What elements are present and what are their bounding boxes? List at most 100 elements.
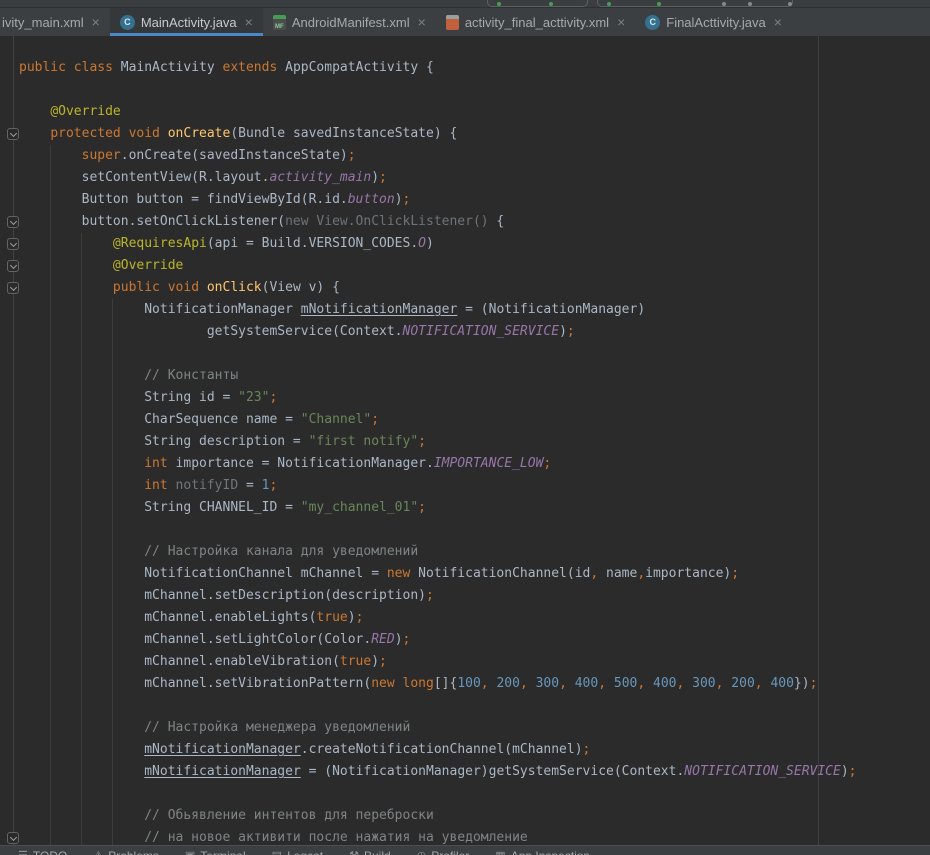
code-line[interactable]: mNotificationManager.createNotificationC… [19, 739, 857, 761]
toolbar-device-widget[interactable] [597, 0, 793, 7]
code-line[interactable]: public class MainActivity extends AppCom… [19, 57, 857, 79]
code-line[interactable]: // Настройка канала для уведомлений [19, 541, 857, 563]
code-line[interactable]: mChannel.setDescription(description); [19, 585, 857, 607]
tab-activity-final-acttivity-xml[interactable]: activity_final_acttivity.xml× [436, 8, 635, 36]
code-token: RED [371, 632, 394, 647]
code-token: int [144, 456, 175, 471]
code-line[interactable]: mChannel.enableVibration(true); [19, 651, 857, 673]
tab-mainactivity-java[interactable]: CMainActivity.java× [110, 8, 263, 36]
tool-window-button-todo[interactable]: ☰TODO [18, 849, 67, 855]
code-token [19, 104, 50, 119]
code-token: ) [395, 192, 403, 207]
code-line[interactable]: @Override [19, 101, 857, 123]
tool-window-button-logcat[interactable]: ▤Logcat [272, 849, 323, 855]
code-token [19, 258, 113, 273]
code-editor[interactable]: public class MainActivity extends AppCom… [0, 36, 930, 845]
tool-window-bar: ☰TODO ⚠Problems ▣Terminal ▤Logcat ⚒Build ◷Pro… [0, 845, 930, 855]
tool-window-button-problems[interactable]: ⚠Problems [93, 849, 159, 855]
toolbar-run-widget[interactable] [487, 0, 588, 7]
code-line[interactable]: int notifyID = 1; [19, 475, 857, 497]
code-line[interactable]: button.setOnClickListener(new View.OnCli… [19, 211, 857, 233]
fold-region-icon[interactable] [7, 128, 19, 140]
code-token: "Channel" [301, 412, 371, 427]
tool-window-button-profiler[interactable]: ◷Profiler [417, 849, 470, 855]
run-dot-icon [549, 2, 553, 6]
code-token: , [637, 566, 645, 581]
code-token: 100 [457, 676, 480, 691]
tool-window-button-terminal[interactable]: ▣Terminal [185, 849, 246, 855]
java-class-icon: C [645, 15, 660, 30]
code-line[interactable]: int importance = NotificationManager.IMP… [19, 453, 857, 475]
code-line[interactable]: mChannel.setLightColor(Color.RED); [19, 629, 857, 651]
code-line[interactable]: // на новое активити после нажатия на ув… [19, 827, 857, 845]
code-line[interactable]: // Константы [19, 365, 857, 387]
code-line[interactable]: mNotificationManager = (NotificationMana… [19, 761, 857, 783]
code-token: 400 [770, 676, 793, 691]
code-line[interactable] [19, 695, 857, 717]
code-line[interactable]: public void onClick(View v) { [19, 277, 857, 299]
code-line[interactable]: super.onCreate(savedInstanceState); [19, 145, 857, 167]
code-token: CharSequence name = [19, 412, 301, 427]
code-line[interactable]: setContentView(R.layout.activity_main); [19, 167, 857, 189]
problems-icon: ⚠ [93, 849, 103, 855]
code-token: , [716, 676, 732, 691]
code-token: ; [810, 676, 818, 691]
code-token: mChannel.enableVibration( [19, 654, 340, 669]
tab-androidmanifest-xml[interactable]: MFAndroidManifest.xml× [263, 8, 436, 36]
editor-tab-bar: ivity_main.xml×CMainActivity.java×MFAndr… [0, 8, 930, 36]
code-line[interactable]: String CHANNEL_ID = "my_channel_01"; [19, 497, 857, 519]
code-line[interactable]: String id = "23"; [19, 387, 857, 409]
fold-region-icon[interactable] [7, 832, 19, 844]
tab-ivity-main-xml[interactable]: ivity_main.xml× [0, 8, 110, 36]
toolbar-dot-icon [748, 2, 752, 6]
terminal-icon: ▣ [185, 849, 195, 855]
code-line[interactable] [19, 79, 857, 101]
code-token: notifyID [176, 478, 239, 493]
tab-finalacttivity-java[interactable]: CFinalActtivity.java× [635, 8, 792, 36]
code-token: getSystemService(Context. [19, 324, 403, 339]
code-line[interactable]: CharSequence name = "Channel"; [19, 409, 857, 431]
tool-window-button-build[interactable]: ⚒Build [349, 849, 391, 855]
code-line[interactable]: getSystemService(Context.NOTIFICATION_SE… [19, 321, 857, 343]
code-token: ; [418, 434, 426, 449]
code-line[interactable]: // Обьявление интентов для переброски [19, 805, 857, 827]
code-token: ; [356, 610, 364, 625]
code-token [19, 148, 82, 163]
code-line[interactable]: String description = "first notify"; [19, 431, 857, 453]
fold-region-icon[interactable] [7, 216, 19, 228]
code-line[interactable]: NotificationChannel mChannel = new Notif… [19, 563, 857, 585]
fold-region-icon[interactable] [7, 238, 19, 250]
code-token: 300 [536, 676, 559, 691]
close-tab-icon[interactable]: × [418, 15, 426, 29]
tool-window-button-app-inspection[interactable]: ▦App Inspection [495, 849, 590, 855]
code-line[interactable]: // Настройка менеджера уведомлений [19, 717, 857, 739]
code-token [19, 764, 144, 779]
code-token: mChannel.enableLights( [19, 610, 316, 625]
code-line[interactable]: @Override [19, 255, 857, 277]
code-line[interactable] [19, 343, 857, 365]
code-line[interactable]: @RequiresApi(api = Build.VERSION_CODES.O… [19, 233, 857, 255]
fold-region-icon[interactable] [7, 260, 19, 272]
close-tab-icon[interactable]: × [92, 15, 100, 29]
code-token: NotificationManager [19, 302, 301, 317]
code-line[interactable]: Button button = findViewById(R.id.button… [19, 189, 857, 211]
code-token: button.setOnClickListener( [19, 214, 285, 229]
code-token: true [316, 610, 347, 625]
code-token: mNotificationManager [144, 764, 301, 779]
gutter-border [13, 36, 14, 845]
code-line[interactable]: mChannel.enableLights(true); [19, 607, 857, 629]
code-line[interactable]: mChannel.setVibrationPattern(new long[]{… [19, 673, 857, 695]
code-line[interactable] [19, 519, 857, 541]
code-line[interactable] [19, 783, 857, 805]
code-line[interactable]: NotificationManager mNotificationManager… [19, 299, 857, 321]
tab-label: AndroidManifest.xml [292, 15, 410, 30]
fold-region-icon[interactable] [7, 282, 19, 294]
code-line[interactable]: protected void onCreate(Bundle savedInst… [19, 123, 857, 145]
code-token: ; [371, 412, 379, 427]
code-token: MainActivity [121, 60, 223, 75]
close-tab-icon[interactable]: × [617, 15, 625, 29]
code-token: (Bundle savedInstanceState) { [230, 126, 457, 141]
close-tab-icon[interactable]: × [774, 15, 782, 29]
close-tab-icon[interactable]: × [245, 15, 253, 29]
code-token: public void [113, 280, 207, 295]
